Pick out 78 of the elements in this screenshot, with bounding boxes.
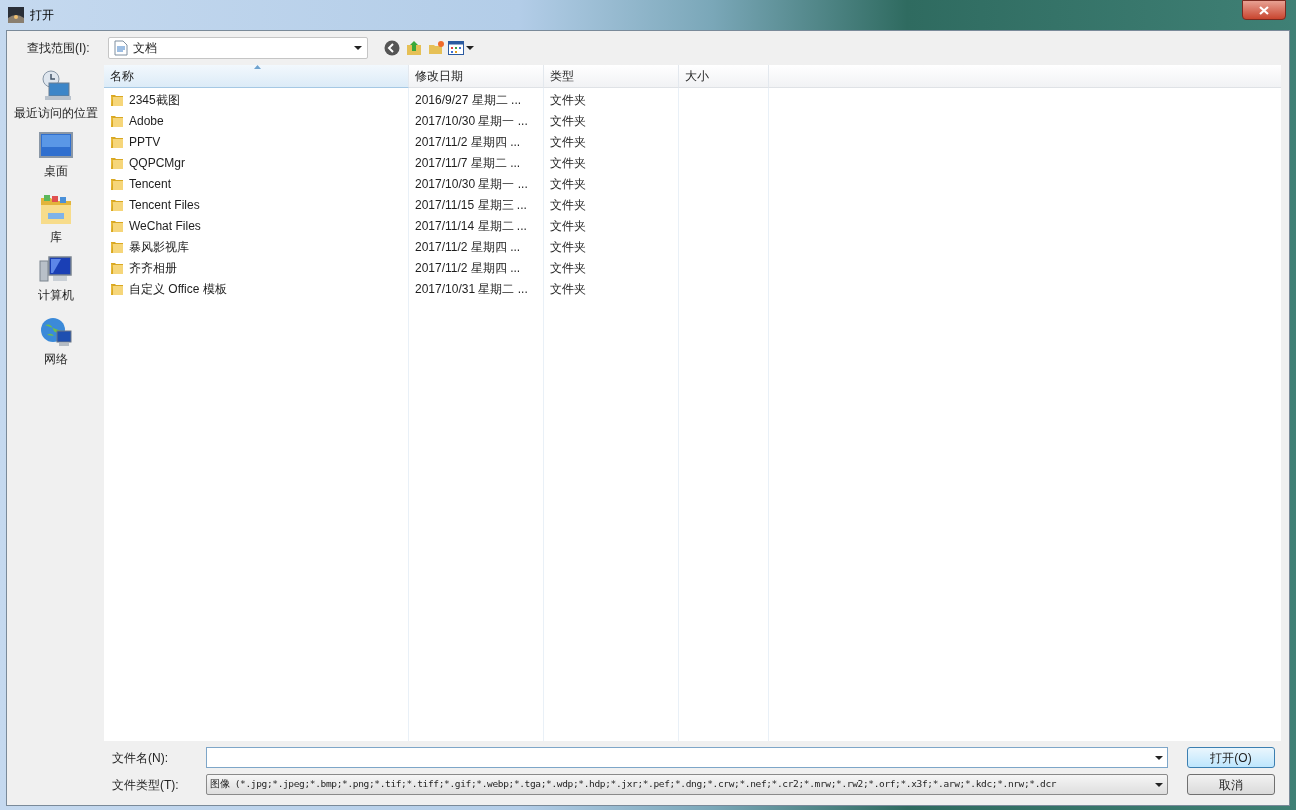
- open-button[interactable]: 打开(O): [1187, 747, 1275, 768]
- folder-name: Tencent Files: [129, 196, 200, 214]
- look-in-value: 文档: [133, 40, 157, 57]
- date-cell-text: 2017/11/7 星期二 ...: [415, 154, 521, 172]
- date-cell-text: 2017/11/15 星期三 ...: [415, 196, 527, 214]
- caret-icon: [1155, 755, 1163, 760]
- file-name-cell[interactable]: 自定义 Office 模板: [109, 279, 227, 298]
- monitor-icon: [38, 131, 73, 161]
- type-cell-text: 文件夹: [550, 154, 586, 172]
- folder-name: 2345截图: [129, 91, 180, 109]
- place-item[interactable]: 桌面: [9, 129, 102, 191]
- caret-icon: [354, 46, 362, 50]
- type-cell-text: 文件夹: [550, 280, 586, 298]
- file-name-cell[interactable]: QQPCMgr: [109, 153, 185, 172]
- folder-name: QQPCMgr: [129, 154, 185, 172]
- window-title: 打开: [30, 7, 54, 24]
- file-name-field[interactable]: [206, 747, 1168, 768]
- folder-name: 自定义 Office 模板: [129, 280, 227, 298]
- globe-monitor-icon: [38, 317, 73, 349]
- file-name-cell[interactable]: Tencent Files: [109, 195, 200, 214]
- column-header[interactable]: 名称: [104, 65, 409, 88]
- folder-name: Adobe: [129, 112, 164, 130]
- column-header[interactable]: 修改日期: [409, 65, 544, 88]
- place-item[interactable]: 计算机: [9, 253, 102, 315]
- sort-arrow-icon: [254, 65, 261, 69]
- date-cell-text: 2016/9/27 星期二 ...: [415, 91, 522, 109]
- close-icon: [1259, 5, 1269, 15]
- look-in-label: 查找范围(I):: [27, 40, 91, 57]
- file-type-value: 图像 (*.jpg;*.jpeg;*.bmp;*.png;*.tif;*.tiff;*.gif;*.webp;*.tga;*.wdp;*.hdp;*.jxr;*.pef;*.dng;*.crw;*.nef;*.cr2;*.mrw;*.rw2;*.orf;*.x3f;*.arw;*.kdc;*.nrw;*.dcr: [210, 777, 1057, 792]
- app-icon: [8, 7, 24, 23]
- column-header[interactable]: 类型: [544, 65, 679, 88]
- date-cell-text: 2017/11/2 星期四 ...: [415, 259, 521, 277]
- folder-name: 暴风影视库: [129, 238, 189, 256]
- file-name-cell[interactable]: Adobe: [109, 111, 164, 130]
- computer-icon: [38, 255, 73, 285]
- type-cell-text: 文件夹: [550, 112, 586, 130]
- file-name-cell[interactable]: Tencent: [109, 174, 172, 193]
- date-cell-text: 2017/10/30 星期一 ...: [415, 112, 528, 130]
- folder-name: WeChat Files: [129, 217, 201, 235]
- date-cell-text: 2017/10/31 星期二 ...: [415, 280, 528, 298]
- place-item[interactable]: 网络: [9, 315, 102, 377]
- column-header[interactable]: 大小: [679, 65, 769, 88]
- cancel-button[interactable]: 取消: [1187, 774, 1275, 795]
- caret-icon: [1155, 782, 1163, 787]
- type-cell-text: 文件夹: [550, 196, 586, 214]
- up-folder-icon[interactable]: [406, 40, 422, 56]
- file-name-cell[interactable]: PPTV: [109, 132, 161, 151]
- view-menu-button[interactable]: [448, 41, 474, 55]
- look-in-dropdown[interactable]: 文档: [108, 37, 368, 59]
- new-folder-icon[interactable]: [428, 40, 444, 56]
- file-name-cell[interactable]: 齐齐相册: [109, 258, 177, 277]
- type-cell-text: 文件夹: [550, 133, 586, 151]
- close-button[interactable]: [1242, 0, 1286, 20]
- file-name-cell[interactable]: 2345截图: [109, 90, 180, 109]
- folder-name: Tencent: [129, 175, 172, 193]
- date-cell-text: 2017/11/2 星期四 ...: [415, 238, 521, 256]
- type-cell-text: 文件夹: [550, 238, 586, 256]
- file-name-label: 文件名(N):: [112, 749, 169, 767]
- type-cell-text: 文件夹: [550, 259, 586, 277]
- folder-name: PPTV: [129, 133, 161, 151]
- type-cell-text: 文件夹: [550, 91, 586, 109]
- file-name-cell[interactable]: 暴风影视库: [109, 237, 189, 256]
- type-cell-text: 文件夹: [550, 217, 586, 235]
- file-type-dropdown[interactable]: 图像 (*.jpg;*.jpeg;*.bmp;*.png;*.tif;*.tiff;*.gif;*.webp;*.tga;*.wdp;*.hdp;*.jxr;*.pef;*.dng;*.crw;*.nef;*.cr2;*.mrw;*.rw2;*.orf;*.x3f;*.arw;*.kdc;*.nrw;*.dcr: [206, 774, 1168, 795]
- back-icon[interactable]: [384, 40, 400, 56]
- document-icon: [114, 40, 128, 56]
- caret-icon: [466, 46, 474, 50]
- place-item[interactable]: 库: [9, 191, 102, 253]
- type-cell-text: 文件夹: [550, 175, 586, 193]
- place-item[interactable]: 最近访问的位置: [9, 67, 102, 129]
- date-cell-text: 2017/10/30 星期一 ...: [415, 175, 528, 193]
- folder-name: 齐齐相册: [129, 259, 177, 277]
- date-cell-text: 2017/11/2 星期四 ...: [415, 133, 521, 151]
- library-folder-icon: [38, 193, 73, 227]
- file-name-cell[interactable]: WeChat Files: [109, 216, 201, 235]
- date-cell-text: 2017/11/14 星期二 ...: [415, 217, 527, 235]
- file-type-label: 文件类型(T):: [112, 776, 180, 794]
- grid-view-icon: [448, 41, 464, 55]
